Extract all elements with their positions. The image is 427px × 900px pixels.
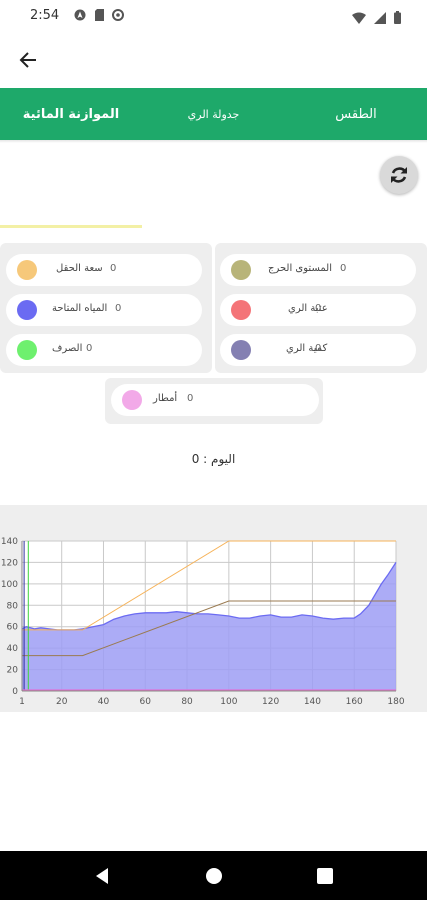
legend-panel-right: المستوى الحرج 0 عتبة الري 0 كمية الري 0 (215, 243, 427, 373)
x-tick-label: 1 (19, 697, 25, 707)
nav-home-button[interactable] (203, 865, 225, 887)
legend-label: المستوى الحرج (268, 263, 332, 274)
legend-panel-left: سعة الحقل 0 المياه المتاحة 0 الصرف 0 (0, 243, 212, 373)
legend-value: 0 (187, 393, 194, 404)
legend-dot (17, 300, 37, 320)
legend-panel-bottom: أمطار 0 (105, 378, 323, 424)
status-bar: 2:54 (0, 0, 427, 34)
legend-value: 0 (315, 303, 322, 314)
tab-water-balance[interactable]: الموازنة المائية (0, 88, 142, 140)
y-tick-label: 80 (7, 601, 19, 611)
legend-label: عتبة الري (288, 303, 328, 314)
back-button[interactable] (14, 46, 42, 74)
y-tick-label: 100 (1, 580, 18, 590)
refresh-icon (391, 167, 407, 183)
x-tick-label: 40 (98, 697, 110, 707)
nav-home-icon (206, 868, 222, 884)
legend-dot (231, 300, 251, 320)
refresh-button[interactable] (380, 156, 418, 194)
nav-back-button[interactable] (91, 865, 113, 887)
legend-item-rain: أمطار 0 (111, 384, 319, 416)
tab-bar: الموازنة المائية جدولة الري الطقس (0, 88, 427, 228)
back-arrow-icon (19, 52, 36, 68)
tab-indicator (0, 225, 142, 228)
tab-label: جدولة الري (187, 107, 240, 121)
x-tick-label: 100 (220, 697, 237, 707)
legend-value: 0 (115, 303, 122, 314)
nav-recents-icon (317, 868, 333, 884)
app-bar (0, 34, 427, 88)
legend-item-critical-level: المستوى الحرج 0 (220, 254, 416, 286)
nav-recents-button[interactable] (314, 865, 336, 887)
day-text: اليوم : 0 (191, 452, 236, 466)
legend-value: 0 (315, 343, 322, 354)
legend-item-available-water: المياه المتاحة 0 (6, 294, 202, 326)
y-tick-label: 0 (12, 687, 18, 697)
y-tick-label: 140 (1, 537, 18, 547)
battery-icon (394, 9, 401, 28)
day-label: اليوم : 0 (0, 452, 427, 466)
y-tick-label: 120 (1, 558, 18, 568)
cell-signal-icon (374, 9, 386, 28)
legend-dot (231, 260, 251, 280)
sd-card-icon (93, 9, 105, 21)
x-tick-label: 180 (387, 697, 404, 707)
navigation-app-icon (74, 9, 86, 21)
legend-dot (17, 340, 37, 360)
vpn-circle-icon (112, 9, 124, 21)
tab-label: الطقس (335, 106, 377, 122)
legend-item-irrigation-threshold: عتبة الري 0 (220, 294, 416, 326)
legend-dot (17, 260, 37, 280)
tab-weather[interactable]: الطقس (285, 88, 427, 140)
legend-label: الصرف (52, 343, 83, 354)
legend-value: 0 (110, 263, 117, 274)
legend-dot (231, 340, 251, 360)
wifi-icon (352, 9, 366, 28)
tab-label: الموازنة المائية (22, 106, 120, 122)
x-tick-label: 60 (140, 697, 152, 707)
y-tick-label: 20 (7, 666, 19, 676)
tab-irrigation-schedule[interactable]: جدولة الري (142, 88, 285, 140)
x-tick-label: 20 (56, 697, 68, 707)
nav-back-icon (96, 868, 108, 884)
system-nav-bar (0, 851, 427, 900)
legend-item-drainage: الصرف 0 (6, 334, 202, 366)
legend-item-field-capacity: سعة الحقل 0 (6, 254, 202, 286)
legend-value: 0 (86, 343, 93, 354)
legend-label: سعة الحقل (56, 263, 103, 274)
x-tick-label: 160 (346, 697, 363, 707)
tabs-shadow (0, 140, 427, 143)
water-balance-chart[interactable]: 0 20 40 60 80 100 120 140 1 20 40 60 80 100 120 140 160 1… (0, 505, 427, 712)
legend-label: المياه المتاحة (52, 303, 108, 314)
status-time: 2:54 (30, 8, 60, 23)
y-tick-label: 40 (7, 644, 19, 654)
chart-svg: 0204060801001201401 20 40 60 80 100 120 140 160 1… (1, 537, 405, 707)
x-tick-label: 140 (304, 697, 321, 707)
legend-item-irrigation-amount: كمية الري 0 (220, 334, 416, 366)
legend-dot (122, 390, 142, 410)
x-tick-label: 80 (181, 697, 193, 707)
legend-label: أمطار (153, 393, 178, 404)
y-tick-label: 60 (7, 623, 19, 633)
legend-value: 0 (340, 263, 347, 274)
x-tick-label: 120 (262, 697, 279, 707)
